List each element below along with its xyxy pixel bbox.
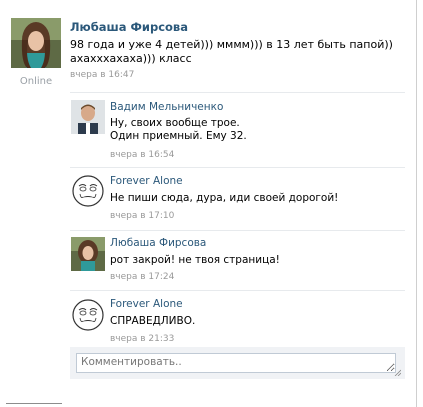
comment-reply-box: [70, 347, 405, 379]
post-date[interactable]: вчера в 16:47: [70, 70, 134, 80]
comment-date[interactable]: вчера в 17:10: [110, 211, 174, 221]
comment-item: Forever Alone Не пиши сюда, дура, иди св…: [70, 167, 405, 233]
comment-avatar[interactable]: [71, 237, 105, 271]
comment-item: Вадим Мельниченко Ну, своих вообще трое.…: [70, 92, 405, 160]
comment-date[interactable]: вчера в 17:24: [110, 272, 174, 282]
comment-text-line: рот закрой! не твоя страница!: [110, 254, 280, 266]
post-text-line: 98 года и уже 4 детей))) мммм))) в 13 ле…: [70, 38, 393, 51]
comment-text-line: Не пиши сюда, дура, иди своей дорогой!: [110, 192, 339, 204]
comment-divider: [70, 167, 405, 168]
comment-text: рот закрой! не твоя страница!: [110, 254, 400, 267]
comment-date[interactable]: вчера в 21:33: [110, 334, 174, 344]
author-avatar[interactable]: [11, 18, 61, 68]
bottom-divider: [6, 403, 62, 404]
comment-divider: [70, 290, 405, 291]
comment-avatar[interactable]: [71, 174, 105, 208]
forever-alone-meme-face-icon: [72, 299, 104, 331]
forever-alone-meme-face-icon: [72, 175, 104, 207]
comment-text-line: СПРАВЕДЛИВО.: [110, 315, 196, 327]
online-status: Online: [19, 76, 53, 87]
post-text-line: ахахххахаха))) класс: [70, 52, 192, 65]
comment-author-name[interactable]: Любаша Фирсова: [110, 237, 206, 249]
post-author-name[interactable]: Любаша Фирсова: [70, 20, 188, 34]
comment-author-name[interactable]: Forever Alone: [110, 298, 183, 310]
comment-author-name[interactable]: Forever Alone: [110, 175, 183, 187]
resize-grip-icon[interactable]: [394, 369, 401, 376]
comment-text: Не пиши сюда, дура, иди своей дорогой!: [110, 192, 400, 205]
comment-author-name[interactable]: Вадим Мельниченко: [110, 101, 223, 113]
comment-text-line: Ну, своих вообще трое.: [110, 117, 240, 129]
comment-input[interactable]: [76, 353, 396, 373]
comment-text: СПРАВЕДЛИВО.: [110, 315, 400, 328]
comment-avatar[interactable]: [71, 100, 105, 134]
comment-text: Ну, своих вообще трое. Один приемный. Ем…: [110, 117, 400, 143]
comment-divider: [70, 92, 405, 93]
comment-divider: [70, 230, 405, 231]
comment-avatar[interactable]: [71, 298, 105, 332]
post-text: 98 года и уже 4 детей))) мммм))) в 13 ле…: [70, 38, 400, 66]
comment-date[interactable]: вчера в 16:54: [110, 150, 174, 160]
comment-text-line: Один приемный. Ему 32.: [110, 130, 247, 142]
comment-item: Любаша Фирсова рот закрой! не твоя стран…: [70, 230, 405, 296]
